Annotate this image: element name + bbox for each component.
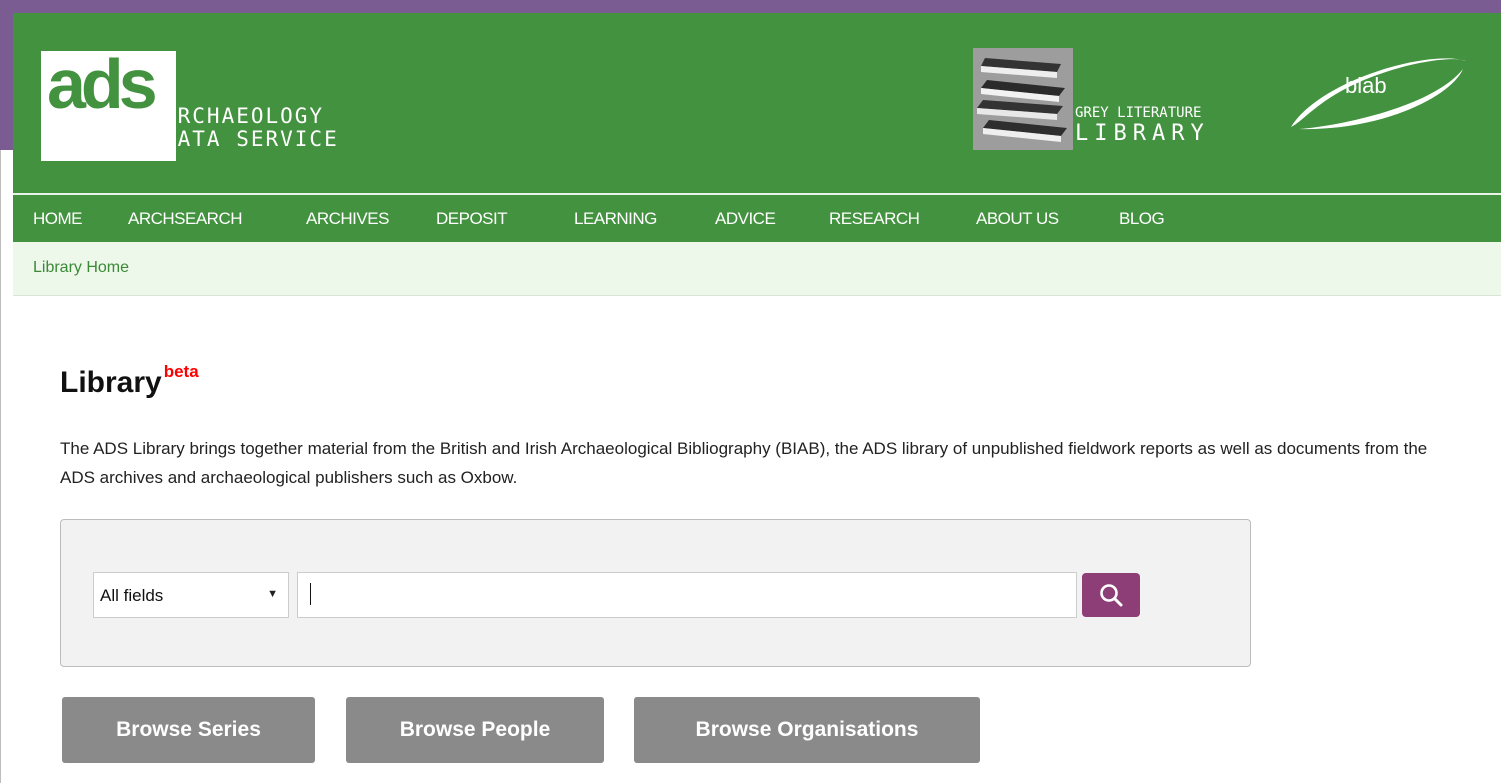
nav-item-deposit[interactable]: DEPOSIT <box>436 209 508 229</box>
nav-item-advice[interactable]: ADVICE <box>715 209 776 229</box>
biab-logo-text: biab <box>1345 73 1387 98</box>
nav-item-about-us[interactable]: ABOUT US <box>976 209 1059 229</box>
ads-name-line2: DATA SERVICE <box>163 127 339 151</box>
window-frame: ads ARCHAEOLOGY DATA SERVICE GREY LITERA… <box>0 0 1501 783</box>
page: ads ARCHAEOLOGY DATA SERVICE GREY LITERA… <box>13 13 1501 783</box>
ads-name-line1: ARCHAEOLOGY <box>163 104 325 128</box>
dropdown-arrow-icon: ▼ <box>267 588 278 600</box>
text-cursor <box>310 583 311 605</box>
nav-item-archsearch[interactable]: ARCHSEARCH <box>128 209 243 229</box>
breadcrumb-library-home[interactable]: Library Home <box>33 259 129 277</box>
breadcrumb: Library Home <box>13 242 1501 296</box>
nav-item-research[interactable]: RESEARCH <box>829 209 920 229</box>
page-title-text: Library <box>60 366 162 399</box>
search-input[interactable] <box>297 572 1077 618</box>
biab-logo[interactable]: biab <box>1281 49 1471 144</box>
browse-people-button[interactable]: Browse People <box>346 697 604 763</box>
grey-literature-line2: LIBRARY <box>1075 121 1210 146</box>
main-nav: HOME ARCHSEARCH ARCHIVES DEPOSIT LEARNIN… <box>13 195 1501 242</box>
nav-item-archives[interactable]: ARCHIVES <box>306 209 389 229</box>
search-icon <box>1100 584 1123 607</box>
intro-text: The ADS Library brings together material… <box>60 439 1428 487</box>
ads-logo[interactable]: ads <box>41 45 176 161</box>
books-icon <box>973 48 1073 150</box>
browse-series-button[interactable]: Browse Series <box>62 697 315 763</box>
grey-literature-logo[interactable]: GREY LITERATURE LIBRARY <box>973 48 1248 153</box>
grey-literature-line1: GREY LITERATURE <box>1075 105 1202 121</box>
search-panel: All fields ▼ <box>60 519 1251 667</box>
nav-item-home[interactable]: HOME <box>33 209 83 229</box>
ads-logo-letters: ads <box>47 45 158 123</box>
window-left-edge <box>0 150 13 783</box>
search-field-selected: All fields <box>100 586 164 605</box>
search-button[interactable] <box>1082 573 1140 617</box>
ads-name: ARCHAEOLOGY DATA SERVICE <box>163 105 339 151</box>
search-field-select[interactable]: All fields ▼ <box>93 572 289 618</box>
browse-organisations-button[interactable]: Browse Organisations <box>634 697 980 763</box>
nav-item-learning[interactable]: LEARNING <box>574 209 657 229</box>
beta-badge: beta <box>163 362 199 381</box>
page-title: Library beta <box>60 363 199 399</box>
nav-item-blog[interactable]: BLOG <box>1119 209 1165 229</box>
site-header: ads ARCHAEOLOGY DATA SERVICE GREY LITERA… <box>13 13 1501 193</box>
